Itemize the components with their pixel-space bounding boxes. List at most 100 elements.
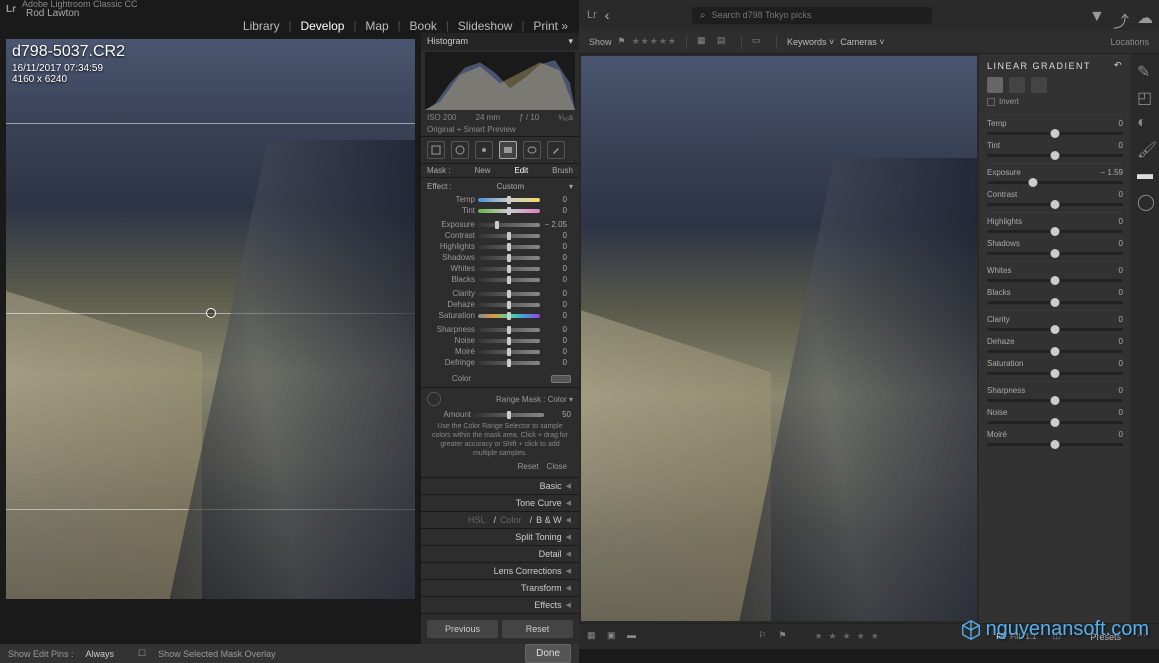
view-icon-3[interactable]: ▭ [752, 35, 766, 49]
cc-slider-sharpness[interactable] [987, 399, 1123, 402]
star-filter[interactable]: ★★★★★ [632, 36, 676, 47]
slider-contrast[interactable] [478, 234, 540, 238]
keywords-dropdown[interactable]: Keywords ˅ [787, 37, 834, 47]
histogram[interactable] [425, 52, 575, 110]
reset-link[interactable]: Reset [518, 462, 539, 471]
slider-clarity[interactable] [478, 292, 540, 296]
overlay-checkbox-label[interactable]: Show Selected Mask Overlay [158, 649, 276, 659]
range-mask-mode[interactable]: Color [548, 395, 567, 404]
spot-tool[interactable] [451, 141, 469, 159]
histogram-header[interactable]: Histogram ▾ [421, 33, 579, 50]
nav-develop[interactable]: Develop [295, 19, 349, 33]
back-icon[interactable]: ‹ [605, 7, 610, 23]
locations-dropdown[interactable]: Locations [1110, 37, 1149, 47]
search-input[interactable] [712, 10, 924, 20]
heal-icon[interactable]: ◐ [1137, 114, 1153, 130]
flag-pick-icon[interactable]: ⚐ [758, 630, 772, 644]
panel-hsl---color---b---w[interactable]: HSL / Color / B & W◀ [421, 511, 579, 528]
nav-library[interactable]: Library [238, 19, 285, 33]
crop-tool[interactable] [427, 141, 445, 159]
slider-highlights[interactable] [478, 245, 540, 249]
amount-slider[interactable] [474, 413, 544, 417]
slider-temp[interactable] [478, 198, 540, 202]
close-link[interactable]: Close [547, 462, 567, 471]
nav-print[interactable]: Print » [528, 19, 573, 33]
before-after-icon[interactable]: ◫ [1053, 630, 1067, 644]
effect-preset[interactable]: Custom [497, 182, 525, 191]
cc-slider-noise[interactable] [987, 421, 1123, 424]
cameras-dropdown[interactable]: Cameras ˅ [840, 37, 884, 47]
slider-defringe[interactable] [478, 361, 540, 365]
nav-map[interactable]: Map [360, 19, 393, 33]
rate-star[interactable]: ★ [843, 631, 851, 642]
crop-icon[interactable]: ◰ [1137, 88, 1153, 104]
zoom-fill[interactable]: Fill [1010, 632, 1020, 641]
cc-slider-exposure[interactable] [987, 181, 1123, 184]
rate-star[interactable]: ★ [857, 631, 865, 642]
cc-slider-clarity[interactable] [987, 328, 1123, 331]
cc-slider-tint[interactable] [987, 154, 1123, 157]
eraser-mask-icon[interactable] [1031, 77, 1047, 93]
nav-book[interactable]: Book [405, 19, 442, 33]
slider-exposure[interactable] [478, 223, 540, 227]
linear-gradient-icon[interactable]: ▬ [1137, 166, 1153, 182]
share-icon[interactable]: ⤴ [1113, 8, 1127, 22]
brush-icon[interactable]: 🖌 [1137, 140, 1153, 156]
square-view-icon[interactable]: ▣ [607, 630, 621, 644]
mask-brush[interactable]: Brush [552, 166, 573, 175]
cc-slider-temp[interactable] [987, 132, 1123, 135]
rate-star[interactable]: ★ [829, 631, 837, 642]
slider-whites[interactable] [478, 267, 540, 271]
pins-mode[interactable]: Always [86, 649, 115, 659]
detail-view-icon[interactable]: ▬ [627, 630, 641, 644]
rate-star[interactable]: ★ [814, 631, 822, 642]
radial-tool[interactable] [523, 141, 541, 159]
slider-tint[interactable] [478, 209, 540, 213]
slider-noise[interactable] [478, 339, 540, 343]
search-field[interactable]: ⌕ [692, 7, 932, 24]
cc-slider-shadows[interactable] [987, 252, 1123, 255]
panel-tone-curve[interactable]: Tone Curve◀ [421, 494, 579, 511]
invert-row[interactable]: Invert [987, 97, 1123, 106]
panel-split-toning[interactable]: Split Toning◀ [421, 528, 579, 545]
slider-saturation[interactable] [478, 314, 540, 318]
panel-toggle-icon[interactable]: ▾ [569, 182, 573, 191]
undo-icon[interactable]: ↶ [1114, 60, 1123, 71]
panel-basic[interactable]: Basic◀ [421, 477, 579, 494]
color-swatch[interactable] [551, 375, 571, 383]
panel-lens-corrections[interactable]: Lens Corrections◀ [421, 562, 579, 579]
mask-edit[interactable]: Edit [514, 166, 528, 175]
brush-tool[interactable] [547, 141, 565, 159]
cc-canvas[interactable] [579, 54, 979, 623]
invert-checkbox[interactable] [987, 98, 995, 106]
reset-button[interactable]: Reset [502, 620, 573, 638]
mask-new[interactable]: New [474, 166, 490, 175]
eyedropper-icon[interactable] [427, 392, 441, 406]
brush-mask-icon[interactable] [1009, 77, 1025, 93]
gradient-tool[interactable] [499, 141, 517, 159]
cc-slider-whites[interactable] [987, 279, 1123, 282]
cc-slider-contrast[interactable] [987, 203, 1123, 206]
view-icon-1[interactable]: ▦ [697, 35, 711, 49]
slider-dehaze[interactable] [478, 303, 540, 307]
slider-shadows[interactable] [478, 256, 540, 260]
canvas[interactable]: d798-5037.CR2 16/11/2017 07:34:59 4160 x… [0, 33, 421, 644]
panel-toggle-icon[interactable]: ▾ [568, 36, 573, 47]
linear-mask-icon[interactable] [987, 77, 1003, 93]
slider-sharpness[interactable] [478, 328, 540, 332]
panel-effects[interactable]: Effects◀ [421, 596, 579, 613]
gradient-pin[interactable] [206, 308, 216, 318]
cc-slider-highlights[interactable] [987, 230, 1123, 233]
zoom-fit[interactable]: Fit [996, 632, 1005, 641]
flag-reject-icon[interactable]: ⚑ [778, 630, 792, 644]
filter-icon[interactable]: ▼ [1089, 8, 1103, 22]
cloud-icon[interactable]: ☁ [1137, 8, 1151, 22]
panel-transform[interactable]: Transform◀ [421, 579, 579, 596]
radial-gradient-icon[interactable]: ◯ [1137, 192, 1153, 208]
panel-detail[interactable]: Detail◀ [421, 545, 579, 562]
cc-slider-saturation[interactable] [987, 372, 1123, 375]
cc-slider-dehaze[interactable] [987, 350, 1123, 353]
rate-star[interactable]: ★ [871, 631, 879, 642]
flag-filter[interactable]: ⚑ [618, 36, 626, 47]
grid-view-icon[interactable]: ▦ [587, 630, 601, 644]
